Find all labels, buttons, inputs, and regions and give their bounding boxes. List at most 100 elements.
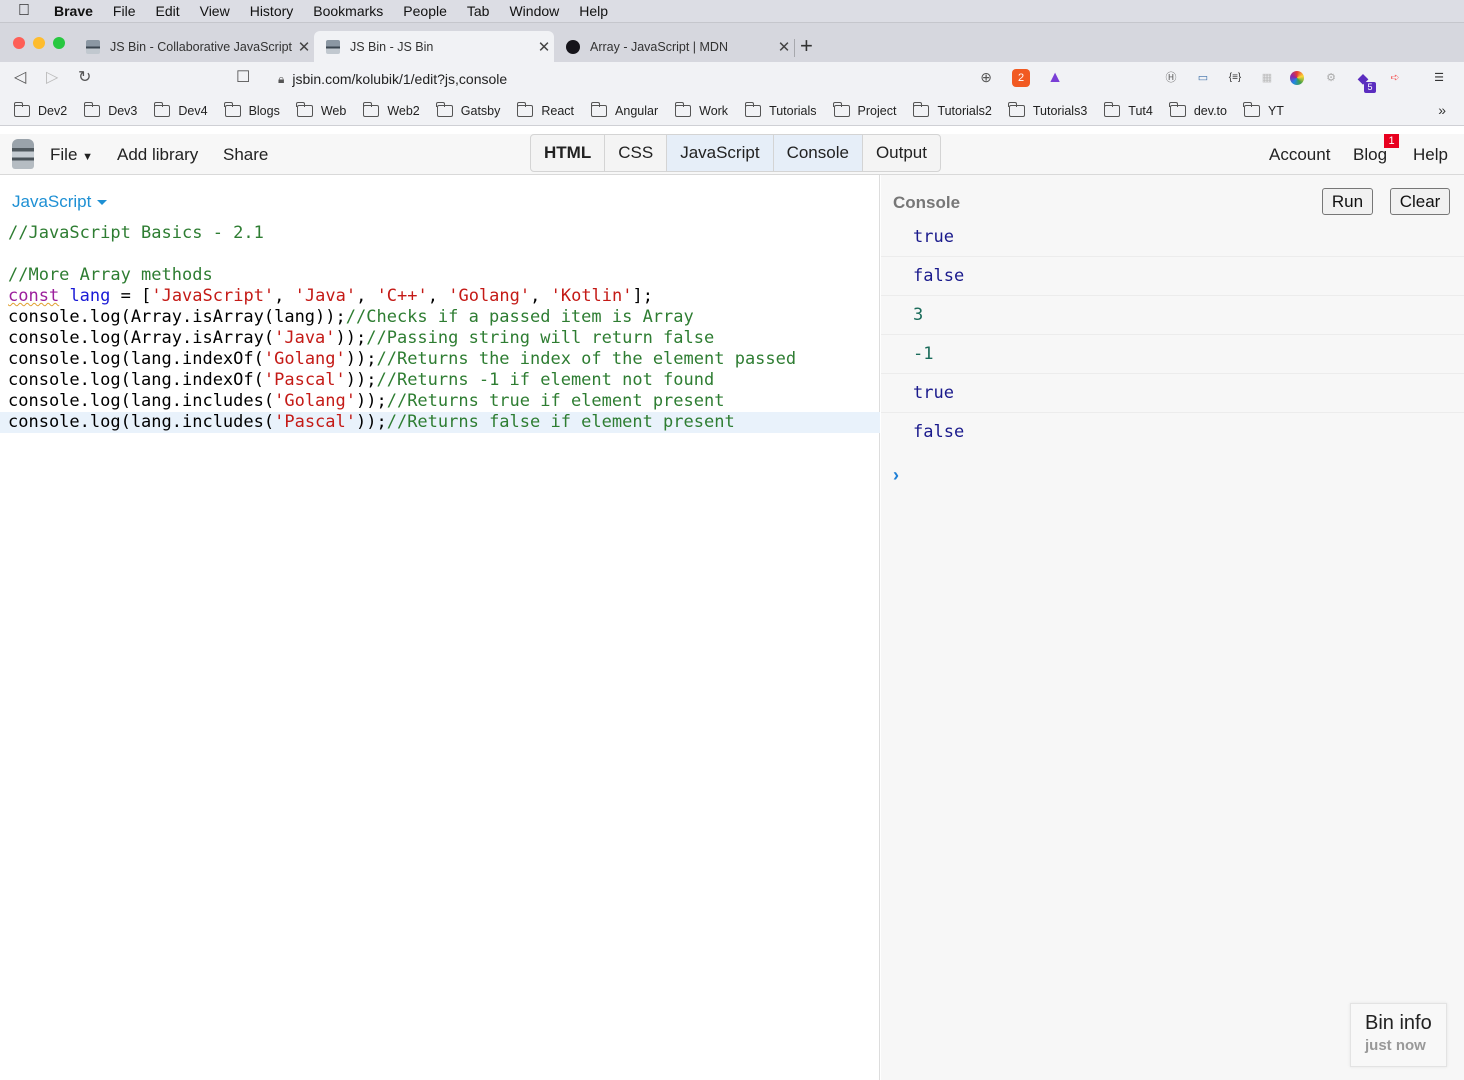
tab-mdn-array[interactable]: Array - JavaScript | MDN ✕ (554, 31, 794, 63)
code-line[interactable]: console.log(lang.includes('Pascal'));//R… (0, 412, 880, 433)
address-bar[interactable]: 🔒︎ jsbin.com/kolubik/1/edit?js,console ⊕ (266, 65, 1006, 93)
reload-icon[interactable]: ↻ (78, 67, 91, 87)
file-menu-button[interactable]: File ▼ (50, 145, 93, 165)
extension-screen-icon[interactable]: ▭ (1194, 69, 1212, 87)
code-line[interactable]: //More Array methods (0, 265, 880, 286)
bookmark-folder[interactable]: Dev2 (13, 101, 68, 118)
code-line[interactable]: console.log(Array.isArray('Java'));//Pas… (0, 328, 880, 349)
extension-color-picker-icon[interactable] (1290, 71, 1304, 85)
new-tab-icon[interactable]: + (800, 33, 813, 59)
code-line[interactable]: const lang = ['JavaScript', 'Java', 'C++… (0, 286, 880, 307)
brave-shields-icon[interactable]: 2 (1012, 69, 1030, 87)
browser-menu-icon[interactable]: ☰ (1430, 69, 1448, 87)
tab-title: JS Bin - Collaborative JavaScript Debugg… (110, 40, 294, 54)
bookmark-folder[interactable]: Blogs (224, 101, 280, 118)
code-token: = [ (110, 286, 152, 306)
bookmark-folder[interactable]: YT (1243, 101, 1284, 118)
blog-link[interactable]: Blog (1353, 145, 1387, 165)
code-area[interactable]: //JavaScript Basics - 2.1 //More Array me… (0, 223, 880, 433)
bin-info-box[interactable]: Bin info just now (1350, 1003, 1447, 1067)
extension-h-icon[interactable]: Ⓗ (1162, 69, 1180, 87)
jsbin-logo-icon[interactable] (12, 139, 34, 169)
bookmark-label: Tutorials3 (1032, 103, 1088, 118)
code-line[interactable]: console.log(lang.indexOf('Golang'));//Re… (0, 349, 880, 370)
menu-tab[interactable]: Tab (467, 3, 490, 19)
extension-grid-icon[interactable]: ▦ (1258, 69, 1276, 87)
tab-jsbin-collaborative[interactable]: JS Bin - Collaborative JavaScript Debugg… (74, 31, 314, 63)
code-line[interactable]: console.log(Array.isArray(lang));//Check… (0, 307, 880, 328)
apple-menu-icon[interactable]:  (18, 2, 38, 20)
bookmark-folder[interactable]: Tutorials (744, 101, 817, 118)
bookmark-folder[interactable]: Gatsby (436, 101, 500, 118)
extension-share-icon[interactable]: ➪ (1386, 69, 1404, 87)
back-icon[interactable]: ◁ (14, 67, 26, 87)
minimize-window-button[interactable] (33, 37, 45, 49)
brave-rewards-icon[interactable]: ▲ (1046, 69, 1064, 87)
panel-toggle-console[interactable]: Console (773, 135, 863, 171)
close-tab-icon[interactable]: ✕ (774, 38, 794, 56)
extension-json-icon[interactable]: {≡} (1226, 69, 1244, 87)
bookmark-folder[interactable]: Angular (590, 101, 658, 118)
menu-people[interactable]: People (403, 3, 447, 19)
menu-app-name[interactable]: Brave (54, 3, 93, 19)
clear-button[interactable]: Clear (1390, 188, 1450, 215)
bookmark-folder[interactable]: Tutorials2 (912, 101, 992, 118)
code-token: 'Java' (274, 328, 336, 348)
code-token: //Returns true if element present (386, 391, 725, 411)
help-link[interactable]: Help (1413, 145, 1448, 165)
close-tab-icon[interactable]: ✕ (294, 38, 314, 56)
menu-edit[interactable]: Edit (155, 3, 179, 19)
menu-history[interactable]: History (250, 3, 294, 19)
panel-toggle-html[interactable]: HTML (531, 135, 606, 171)
add-library-button[interactable]: Add library (117, 145, 198, 165)
panel-toggle-output[interactable]: Output (863, 135, 940, 171)
menu-bookmarks[interactable]: Bookmarks (313, 3, 383, 19)
bookmark-folder[interactable]: React (516, 101, 574, 118)
bookmark-folder[interactable]: Dev4 (153, 101, 208, 118)
run-button[interactable]: Run (1322, 188, 1373, 215)
panel-toggle-css[interactable]: CSS (605, 135, 668, 171)
language-selector[interactable]: JavaScript (12, 192, 108, 212)
folder-icon (912, 101, 930, 117)
menu-file[interactable]: File (113, 3, 136, 19)
chevron-down-icon (97, 200, 108, 206)
bookmark-folder[interactable]: dev.to (1169, 101, 1227, 118)
console-prompt[interactable]: › (893, 465, 899, 486)
bookmark-folder[interactable]: Tutorials3 (1008, 101, 1088, 118)
menu-window[interactable]: Window (509, 3, 559, 19)
bookmark-folder[interactable]: Project (833, 101, 896, 118)
menu-help[interactable]: Help (579, 3, 608, 19)
bookmarks-overflow-icon[interactable]: » (1438, 102, 1446, 118)
console-panel: Console Run Clear true false 3 -1 true false … (881, 175, 1464, 1080)
bookmark-folder[interactable]: Work (674, 101, 728, 118)
forward-icon[interactable]: ▷ (46, 67, 58, 87)
panel-toggle-group: HTML CSS JavaScript Console Output (530, 134, 941, 172)
folder-icon (1169, 101, 1186, 117)
share-button[interactable]: Share (223, 145, 268, 165)
panel-toggle-javascript[interactable]: JavaScript (667, 135, 774, 171)
close-window-button[interactable] (13, 37, 25, 49)
zoom-window-button[interactable] (53, 37, 65, 49)
code-token: console.log(Array.isArray( (8, 328, 275, 348)
bookmark-folder[interactable]: Dev3 (83, 101, 137, 118)
console-output-list: true false 3 -1 true false (881, 218, 1464, 452)
folder-icon (436, 101, 453, 117)
zoom-icon[interactable]: ⊕ (980, 69, 992, 86)
account-link[interactable]: Account (1269, 145, 1330, 165)
menu-view[interactable]: View (200, 3, 230, 19)
code-line[interactable] (0, 244, 880, 265)
brave-shields-count: 2 (1017, 72, 1025, 84)
close-tab-icon[interactable]: ✕ (534, 38, 554, 56)
bookmark-folder[interactable]: Web (296, 101, 346, 118)
code-line[interactable]: console.log(lang.includes('Golang'));//R… (0, 391, 880, 412)
extension-gear-icon[interactable]: ⚙ (1322, 69, 1340, 87)
bookmark-label: Dev2 (38, 103, 68, 118)
tab-jsbin-active[interactable]: JS Bin - JS Bin ✕ (314, 31, 554, 63)
code-line[interactable]: console.log(lang.indexOf('Pascal'));//Re… (0, 370, 880, 391)
code-line[interactable]: //JavaScript Basics - 2.1 (0, 223, 880, 244)
bookmark-folder[interactable]: Web2 (362, 101, 420, 118)
bookmark-folder[interactable]: Tut4 (1103, 101, 1153, 118)
bookmark-page-icon[interactable]: ☐ (236, 67, 250, 87)
folder-icon (83, 101, 101, 117)
code-token: //Returns the index of the element passe… (376, 349, 797, 369)
